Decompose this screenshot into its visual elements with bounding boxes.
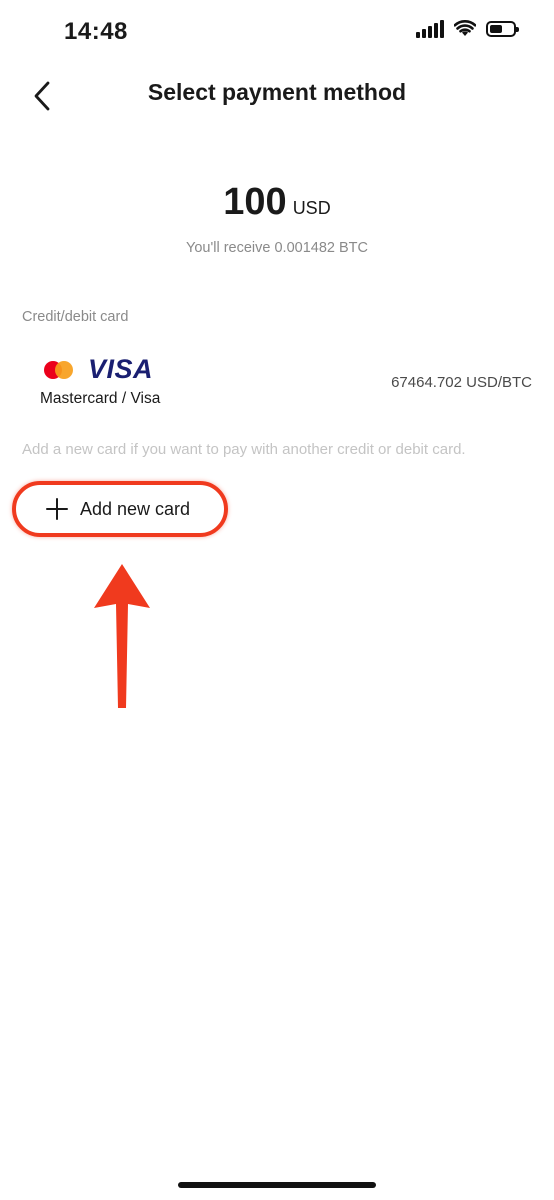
page-title: Select payment method [147, 79, 407, 105]
annotation-highlight-ring [12, 481, 228, 537]
battery-icon [486, 21, 519, 37]
card-name: Mastercard / Visa [40, 390, 161, 407]
cellular-signal-icon [416, 20, 444, 38]
amount-value: 100 [223, 181, 287, 223]
receive-amount-text: You'll receive 0.001482 BTC [186, 240, 368, 256]
status-icons [416, 20, 519, 38]
section-label-card: Credit/debit card [22, 309, 129, 325]
amount-display: 100 USD [0, 181, 554, 224]
card-brand-logos: VISA [44, 354, 153, 385]
status-time: 14:48 [64, 18, 128, 45]
amount-currency: USD [292, 198, 331, 218]
visa-logo: VISA [88, 354, 154, 384]
add-card-hint: Add a new card if you want to pay with a… [22, 441, 466, 458]
wifi-icon [454, 20, 476, 36]
exchange-rate: 67464.702 USD/BTC [391, 374, 532, 391]
payment-method-screen: 14:48 Select payment method 100 USD You'l… [0, 0, 554, 1200]
mastercard-logo-icon [44, 360, 74, 379]
card-payment-option[interactable]: VISA Mastercard / Visa 67464.702 USD/BTC [22, 348, 532, 414]
home-indicator[interactable] [178, 1182, 376, 1188]
annotation-arrow-icon [94, 564, 150, 708]
